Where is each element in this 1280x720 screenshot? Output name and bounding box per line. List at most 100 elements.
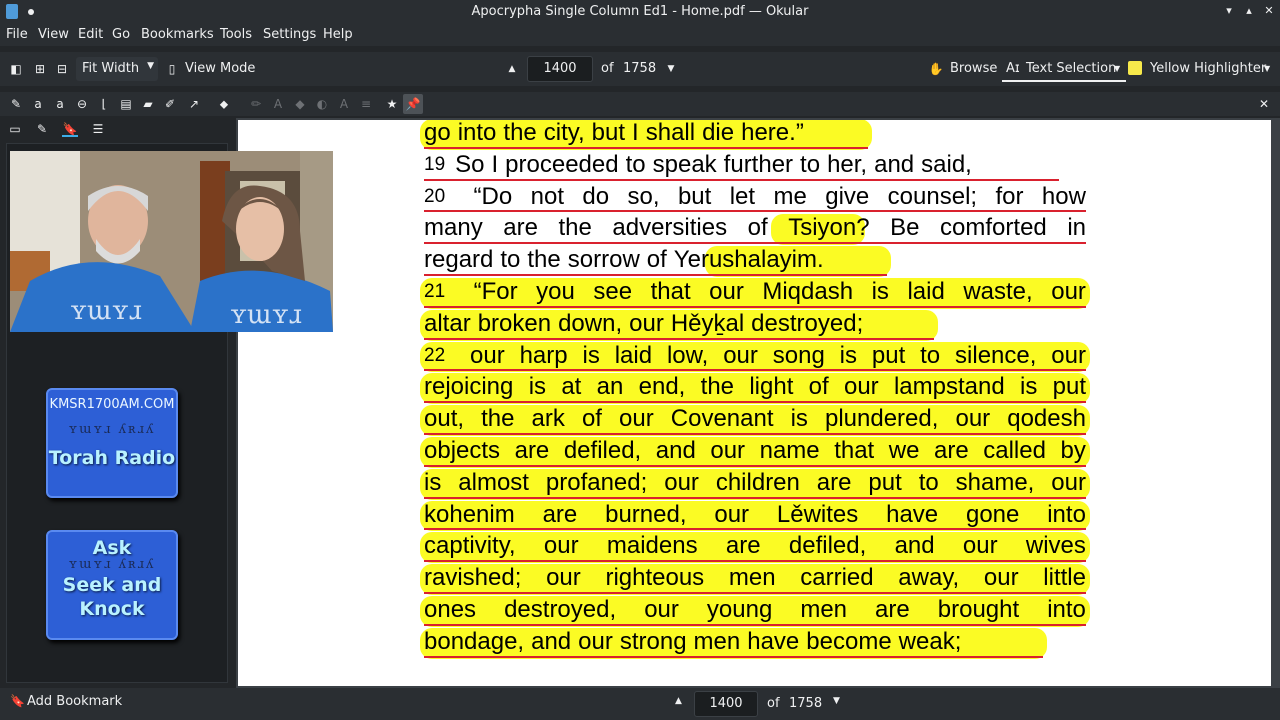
pin-toolbar-icon[interactable]: 📌 [403,94,423,114]
pen-icon[interactable]: ✎ [8,96,24,112]
popup-note-icon[interactable]: ▰ [140,96,156,112]
menu-tools[interactable]: Tools [220,27,252,42]
word: men [728,564,776,592]
word: that [834,436,875,464]
word: and [874,150,915,178]
verse-number: 22 [424,344,446,366]
typewriter-icon[interactable]: ⌊ [96,96,112,112]
word: is [528,373,547,401]
thumbnails-tab-icon[interactable]: ▭ [7,121,23,137]
word: song [772,341,825,369]
svg-text:ʏɯʏɹ: ʏɯʏɹ [230,300,302,330]
line-text: rejoicing is at an end, the light of our lampstan… [424,372,1086,402]
word: our [843,373,879,401]
word: for [995,182,1024,210]
word: are [542,500,578,528]
badge-site-url: KMSR1700AM.COM [49,397,175,412]
menu-edit[interactable]: Edit [78,27,103,42]
word: of [581,405,602,433]
previous-page-icon[interactable]: ▲ [675,696,682,706]
zoom-out-icon[interactable]: ⊟ [54,61,70,77]
line-text: out, the ark of our Covenant is plundered, our qo… [424,404,1086,434]
font-icon: A [339,97,349,111]
badge-line-3: Knock [79,598,145,620]
word: shall [645,120,696,146]
strikeout-icon[interactable]: ⊖ [74,96,90,112]
close-toolbar-icon[interactable]: ✕ [1256,96,1272,112]
status-total-pages: 1758 [789,696,823,711]
word: but [591,120,626,146]
page-number-input[interactable]: 1400 [527,56,593,82]
text-selection-tool[interactable]: Aɪ Text Selection ▼ [1002,56,1126,82]
close-window-icon[interactable]: ✕ [1261,3,1277,19]
word: our [955,405,991,433]
inline-note-icon[interactable]: ▤ [118,96,134,112]
word: altar [424,309,471,337]
word: Hěyḵal [670,309,745,337]
word: go [424,120,451,146]
favorite-star-icon[interactable]: ★ [384,96,400,112]
zoom-mode-combo[interactable]: Fit Width ▼ [76,57,158,81]
word: and [894,532,935,560]
word: our [709,277,744,305]
contents-tab-icon[interactable]: ☰ [90,121,106,137]
text-line: captivity, our maidens are defiled, and our wiv… [420,531,1090,564]
badge-line-1: Ask [92,537,132,559]
text-cursor-icon: Aɪ [1006,61,1020,76]
word: to [920,341,941,369]
zoom-in-icon[interactable]: ⊞ [32,61,48,77]
word: Yerushalayim. [673,246,824,274]
text-line: is almost profaned; our children are put to sham… [420,468,1090,500]
menu-view[interactable]: View [38,27,69,42]
ask-seek-knock-badge[interactable]: Ask ʏɯʏɹ ʎʀɹʎ Seek and Knock [46,530,178,640]
menu-settings[interactable]: Settings [263,27,316,42]
chevron-down-icon: ▼ [1114,64,1121,73]
page-text-column[interactable]: go into the city, but Ishall die here.” 19 So Ipro… [420,120,1090,659]
title-bar: Apocrypha Single Column Ed1 - Home.pdf —… [0,0,1280,24]
line-text: objects are defiled, and our name that we are cal… [424,436,1086,466]
hand-browse-icon[interactable]: ✋ [928,61,944,77]
annotations-tab-icon[interactable]: ✎ [34,121,50,137]
line-tool-icon[interactable]: ↗ [186,96,202,112]
browse-tool-button[interactable]: Browse [950,61,997,76]
menu-file[interactable]: File [6,27,28,42]
sidebar-toggle-icon[interactable]: ◧ [8,61,24,77]
highlight-text-icon[interactable]: a [30,96,46,112]
menu-bookmarks[interactable]: Bookmarks [141,27,214,42]
chevron-down-icon[interactable]: ▼ [1264,64,1270,73]
add-bookmark-button[interactable]: Add Bookmark [27,694,122,709]
freehand-icon[interactable]: ✐ [162,96,178,112]
word: regard [424,246,494,274]
torah-radio-badge[interactable]: KMSR1700AM.COM ʏɯʏɹ ʎʀɹʎ Torah Radio [46,388,178,498]
word: I [632,120,639,146]
word: are [503,214,538,242]
window-title: Apocrypha Single Column Ed1 - Home.pdf —… [471,4,809,19]
text-line: bondage, and our strong men have become weak; [420,627,1086,659]
status-bar: 🔖 Add Bookmark ▲ 1400 of 1758 ▼ [0,688,1280,720]
stamp-icon[interactable]: ⬥ [216,96,232,112]
menu-help[interactable]: Help [323,27,353,42]
document-view[interactable]: go into the city, but Ishall die here.” 19 So Ipro… [236,118,1280,688]
word: not [530,182,564,210]
view-mode-button[interactable]: View Mode [185,61,255,76]
next-page-icon[interactable]: ▼ [833,696,840,706]
maximize-icon[interactable]: ▴ [1241,3,1257,19]
previous-page-icon[interactable]: ▲ [504,61,520,77]
underline-text-icon[interactable]: a [52,96,68,112]
next-page-icon[interactable]: ▼ [663,61,679,77]
verse-number: 21 [424,280,446,302]
highlighter-tool-button[interactable]: Yellow Highlighter [1150,61,1266,76]
bookmark-add-icon[interactable]: 🔖 [10,694,25,708]
bookmarks-tab-icon[interactable]: 🔖 [62,121,78,137]
opacity-icon: ◐ [316,97,328,111]
line-text: kohenim are burned, our Lěwites have gone into [424,500,1086,530]
word: lampstand [893,373,1005,401]
text-line: ones destroyed, our young men are brought into [420,595,1090,627]
word: kohenim [424,500,515,528]
word: is [839,341,858,369]
minimize-icon[interactable]: ▾ [1221,3,1237,19]
status-page-input[interactable]: 1400 [694,691,758,717]
view-mode-icon[interactable]: ▯ [164,61,180,77]
menu-go[interactable]: Go [112,27,130,42]
menu-bar: File View Edit Go Bookmarks Tools Settin… [0,24,1280,46]
